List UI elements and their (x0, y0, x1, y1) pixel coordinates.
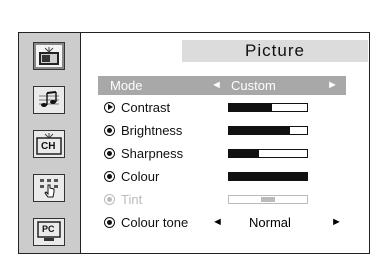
bullet-icon (104, 147, 115, 159)
picture-icon[interactable] (33, 42, 65, 70)
colour-bar[interactable] (228, 172, 308, 181)
bullet-icon (104, 193, 115, 205)
contrast-label: Contrast (121, 99, 171, 115)
brightness-row[interactable]: Brightness (104, 121, 182, 139)
sharpness-row[interactable]: Sharpness (104, 144, 183, 162)
tint-row: Tint (104, 190, 142, 208)
menu-title: Picture (182, 40, 368, 62)
pc-icon-text: PC (42, 224, 55, 234)
sharpness-label: Sharpness (121, 145, 184, 161)
pc-icon[interactable]: PC (33, 218, 65, 246)
mode-label: Mode (110, 78, 143, 93)
brightness-label: Brightness (121, 122, 183, 138)
bullet-icon (104, 124, 115, 136)
tint-label: Tint (121, 191, 143, 207)
menu-sidebar: CH PC (18, 32, 81, 254)
colour-tone-right-arrow-icon[interactable]: ► (331, 216, 342, 228)
channel-icon-text: CH (41, 141, 56, 152)
mode-right-arrow-icon[interactable]: ► (327, 79, 338, 91)
colour-tone-label: Colour tone (121, 214, 189, 230)
channel-icon[interactable]: CH (33, 130, 65, 158)
mode-left-arrow-icon[interactable]: ◄ (211, 79, 222, 91)
colour-tone-row[interactable]: Colour tone (104, 213, 188, 231)
colour-row[interactable]: Colour (104, 167, 159, 185)
contrast-row[interactable]: Contrast (104, 98, 170, 116)
tint-bar (228, 195, 308, 204)
setup-icon[interactable] (33, 174, 65, 202)
bullet-icon (104, 216, 115, 228)
sound-icon[interactable] (33, 86, 65, 114)
play-bullet-icon (104, 101, 115, 113)
brightness-bar[interactable] (228, 126, 308, 135)
sharpness-bar[interactable] (228, 149, 308, 158)
colour-label: Colour (121, 168, 160, 184)
bullet-icon (104, 170, 115, 182)
colour-tone-value: Normal (249, 215, 291, 230)
colour-tone-left-arrow-icon[interactable]: ◄ (212, 216, 223, 228)
mode-value: Custom (231, 78, 276, 93)
contrast-bar[interactable] (228, 103, 308, 112)
mode-row[interactable]: Mode ◄ Custom ► (98, 76, 346, 95)
